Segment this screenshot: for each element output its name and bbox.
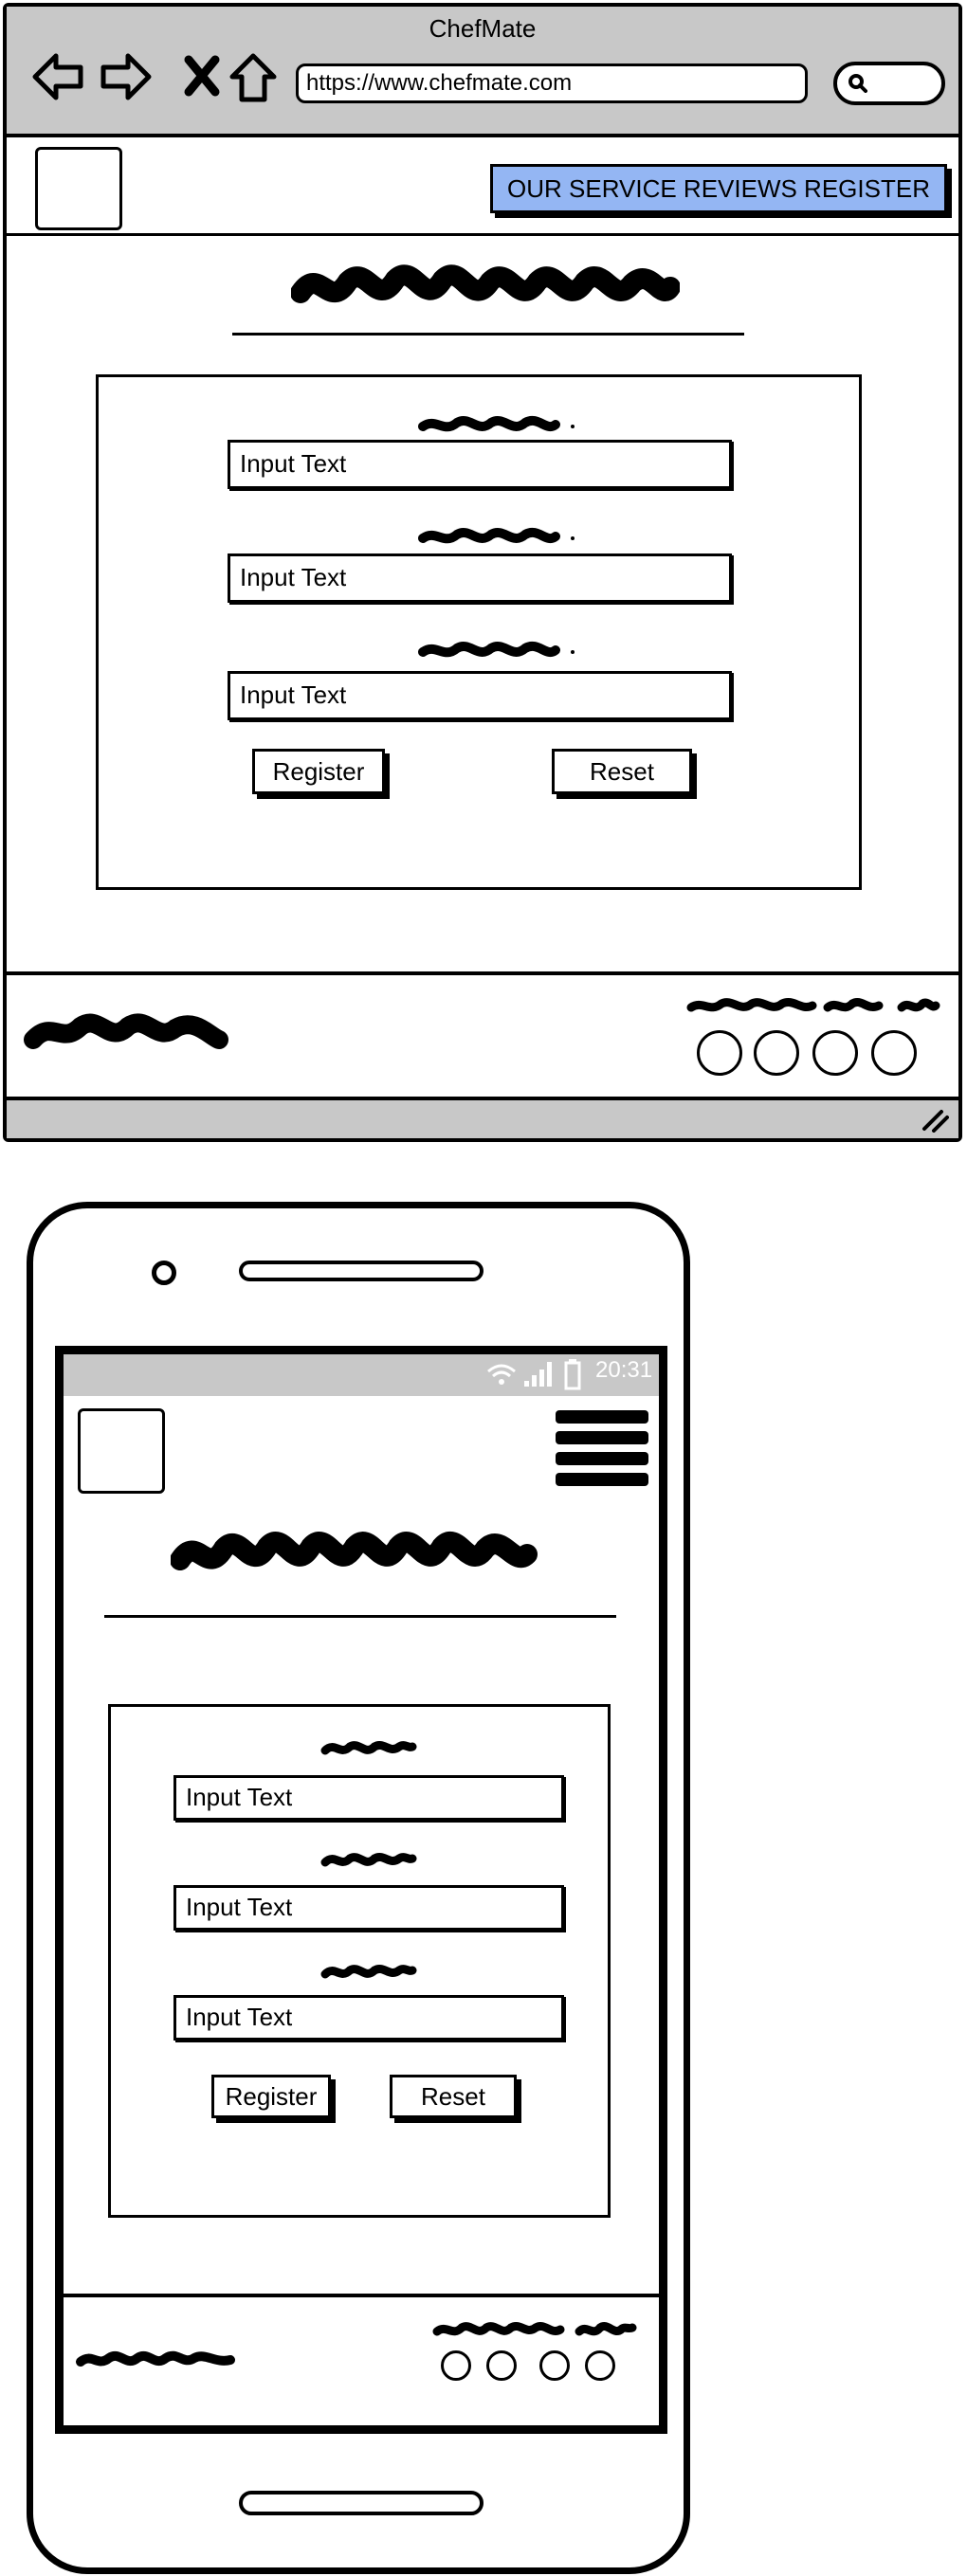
status-time: 20:31 [595, 1357, 653, 1383]
speaker-grille [239, 1261, 484, 1281]
register-form: Input Text Input Text Input Text Registe… [96, 374, 862, 890]
mobile-reset-button[interactable]: Reset [390, 2075, 517, 2118]
mobile-social-icon-2[interactable] [486, 2350, 517, 2381]
field-label [320, 1741, 417, 1755]
mobile-text-input-1[interactable]: Input Text [173, 1775, 564, 1821]
mobile-social-icon-1[interactable] [441, 2350, 471, 2381]
mobile-footer-links [432, 2322, 637, 2336]
register-button[interactable]: Register [252, 749, 385, 794]
title-underline [232, 333, 744, 336]
browser-titlebar: ChefMate https://www.chefmate.com [7, 7, 958, 137]
mobile-register-form: Input Text Input Text Input Text Registe… [108, 1704, 611, 2218]
footer-links [686, 998, 940, 1012]
url-input[interactable]: https://www.chefmate.com [296, 63, 808, 103]
wifi-icon [487, 1364, 516, 1385]
text-input-3[interactable]: Input Text [228, 671, 732, 720]
site-footer [7, 971, 958, 1100]
desktop-browser-window: ChefMate https://www.chefmate.com OUR SE… [3, 3, 962, 1142]
mobile-footer-logo [76, 2350, 235, 2367]
home-icon[interactable] [225, 48, 282, 105]
mobile-title-underline [104, 1615, 616, 1618]
mobile-register-button[interactable]: Register [211, 2075, 331, 2118]
field-label [320, 1965, 417, 1979]
field-label [418, 642, 575, 658]
signal-icon [524, 1362, 552, 1387]
mobile-status-bar [64, 1354, 659, 1396]
social-icon-1[interactable] [697, 1030, 742, 1076]
social-icon-2[interactable] [754, 1030, 799, 1076]
hamburger-menu-icon[interactable] [556, 1410, 648, 1486]
social-icon-4[interactable] [871, 1030, 917, 1076]
field-label [418, 416, 575, 432]
resize-grip-icon[interactable] [921, 1108, 949, 1133]
mobile-site-logo[interactable] [78, 1408, 165, 1494]
window-title: ChefMate [429, 14, 537, 43]
browser-statusbar [7, 1100, 958, 1138]
mobile-text-input-2[interactable]: Input Text [173, 1885, 564, 1931]
footer-logo [24, 1013, 228, 1049]
mobile-social-icon-4[interactable] [585, 2350, 615, 2381]
text-input-1[interactable]: Input Text [228, 440, 732, 489]
camera-icon [152, 1261, 176, 1285]
mobile-text-input-3[interactable]: Input Text [173, 1995, 564, 2041]
page-title [291, 264, 680, 303]
site-logo[interactable] [35, 147, 122, 230]
mobile-page-title [171, 1532, 538, 1570]
forward-arrow-icon[interactable] [98, 48, 155, 105]
text-input-2[interactable]: Input Text [228, 553, 732, 603]
home-button[interactable] [239, 2491, 484, 2515]
mobile-social-icon-3[interactable] [539, 2350, 570, 2381]
close-icon[interactable] [173, 48, 230, 105]
battery-icon [564, 1359, 581, 1390]
social-icon-3[interactable] [812, 1030, 858, 1076]
mobile-footer [64, 2294, 659, 2424]
browser-search-field[interactable] [833, 62, 945, 105]
search-icon [848, 74, 867, 93]
field-label [418, 528, 575, 544]
field-label [320, 1853, 417, 1867]
reset-button[interactable]: Reset [552, 749, 692, 794]
back-arrow-icon[interactable] [29, 48, 86, 105]
nav-menu-button[interactable]: OUR SERVICE REVIEWS REGISTER [490, 164, 947, 213]
